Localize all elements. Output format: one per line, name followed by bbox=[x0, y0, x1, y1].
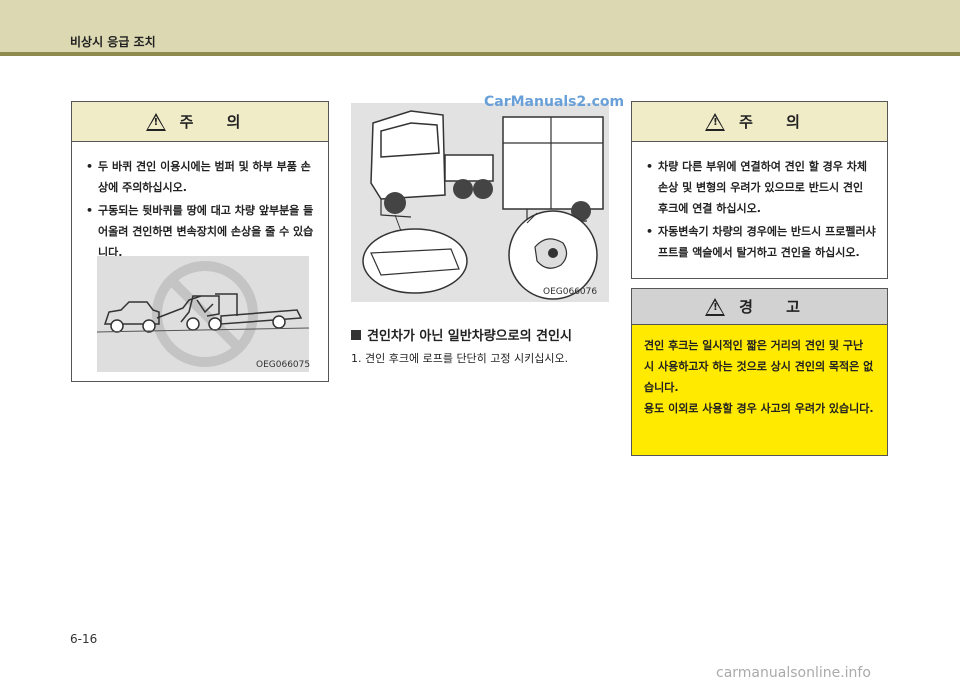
image-code: OEG066075 bbox=[256, 360, 311, 370]
warning-triangle-icon: ! bbox=[145, 112, 166, 131]
caution-box-right: ! 주 의 차량 다른 부위에 연결하여 견인 할 경우 차체 손상 및 변형의… bbox=[631, 101, 888, 279]
section-title: 견인차가 아닌 일반차량으로의 견인시 bbox=[367, 329, 572, 344]
towing-hook-photo: OEG066076 bbox=[351, 103, 609, 302]
tow-truck-illustration bbox=[96, 256, 310, 372]
warning-header: ! 경 고 bbox=[632, 289, 887, 325]
caution-item: 두 바퀴 견인 이용시에는 범퍼 및 하부 부품 손상에 주의하십시오. bbox=[86, 156, 318, 198]
caution-header: ! 주 의 bbox=[632, 102, 887, 142]
warning-triangle-icon: ! bbox=[705, 297, 726, 316]
caution-heading: 주 의 bbox=[739, 113, 814, 131]
page-number: 6-16 bbox=[70, 632, 98, 646]
caution-item: 구동되는 뒷바퀴를 땅에 대고 차량 앞부분을 들어올려 견인하면 변속장치에 … bbox=[86, 200, 318, 263]
image-code: OEG066076 bbox=[543, 287, 598, 297]
truck-front-diagram bbox=[351, 103, 609, 302]
warning-text: 견인 후크는 일시적인 짧은 거리의 견인 및 구난 시 사용하고자 하는 것으… bbox=[644, 339, 874, 394]
section-heading: 견인차가 아닌 일반차량으로의 견인시 bbox=[351, 325, 572, 344]
warning-text: 용도 이외로 사용할 경우 사고의 우려가 있습니다. bbox=[644, 402, 874, 415]
source-watermark: CarManuals2.com bbox=[484, 94, 625, 110]
warning-heading: 경 고 bbox=[739, 298, 814, 316]
instruction-step: 1. 견인 후크에 로프를 단단히 고정 시키십시오. bbox=[351, 352, 569, 365]
caution-list: 두 바퀴 견인 이용시에는 범퍼 및 하부 부품 손상에 주의하십시오. 구동되… bbox=[72, 142, 328, 263]
caution-item: 자동변속기 차량의 경우에는 반드시 프로펠러샤프트를 액슬에서 탈거하고 견인… bbox=[646, 221, 877, 263]
caution-header: ! 주 의 bbox=[72, 102, 328, 142]
warning-triangle-icon: ! bbox=[705, 112, 726, 131]
source-mark: carmanualsonline.info bbox=[716, 665, 871, 681]
caution-box-left: ! 주 의 두 바퀴 견인 이용시에는 범퍼 및 하부 부품 손상에 주의하십시… bbox=[71, 101, 329, 382]
warning-body: 견인 후크는 일시적인 짧은 거리의 견인 및 구난 시 사용하고자 하는 것으… bbox=[632, 325, 887, 429]
warning-box: ! 경 고 견인 후크는 일시적인 짧은 거리의 견인 및 구난 시 사용하고자… bbox=[631, 288, 888, 456]
page-section-title: 비상시 응급 조치 bbox=[70, 35, 156, 49]
caution-item: 차량 다른 부위에 연결하여 견인 할 경우 차체 손상 및 변형의 우려가 있… bbox=[646, 156, 877, 219]
caution-list: 차량 다른 부위에 연결하여 견인 할 경우 차체 손상 및 변형의 우려가 있… bbox=[632, 142, 887, 263]
no-towing-illustration bbox=[96, 261, 310, 367]
caution-heading: 주 의 bbox=[179, 113, 255, 131]
square-bullet-icon bbox=[351, 329, 361, 340]
header-rule bbox=[0, 52, 960, 56]
